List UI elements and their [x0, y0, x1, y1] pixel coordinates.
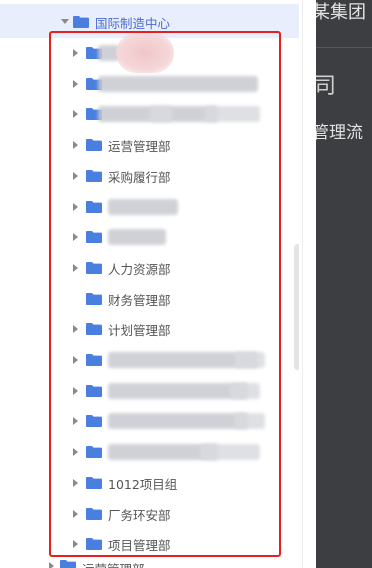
tree-node-label: 运营管理部 — [82, 559, 145, 568]
chevron-down-icon[interactable] — [61, 19, 69, 24]
annotation-highlight-box — [49, 31, 281, 557]
folder-icon — [73, 16, 89, 28]
section-subtitle: 管理流 — [316, 123, 363, 143]
folder-icon — [60, 560, 76, 568]
header-divider — [316, 47, 372, 48]
dimmed-main-panel: 某集团 司 管理流 — [316, 0, 372, 568]
section-heading: 司 — [316, 74, 337, 99]
tree-node-next[interactable]: 运营管理部 — [0, 556, 299, 568]
gutter — [303, 0, 316, 568]
company-title: 某集团 — [316, 2, 366, 23]
chevron-right-icon[interactable] — [49, 562, 54, 568]
tree-node-label: 国际制造中心 — [95, 16, 171, 31]
org-tree-panel: 国际制造中心 运营管理部 采购履行部 人力资源部 财务管理部 计划管理部 1012项目组厂… — [0, 0, 299, 568]
tree-scrollbar[interactable] — [294, 244, 299, 370]
